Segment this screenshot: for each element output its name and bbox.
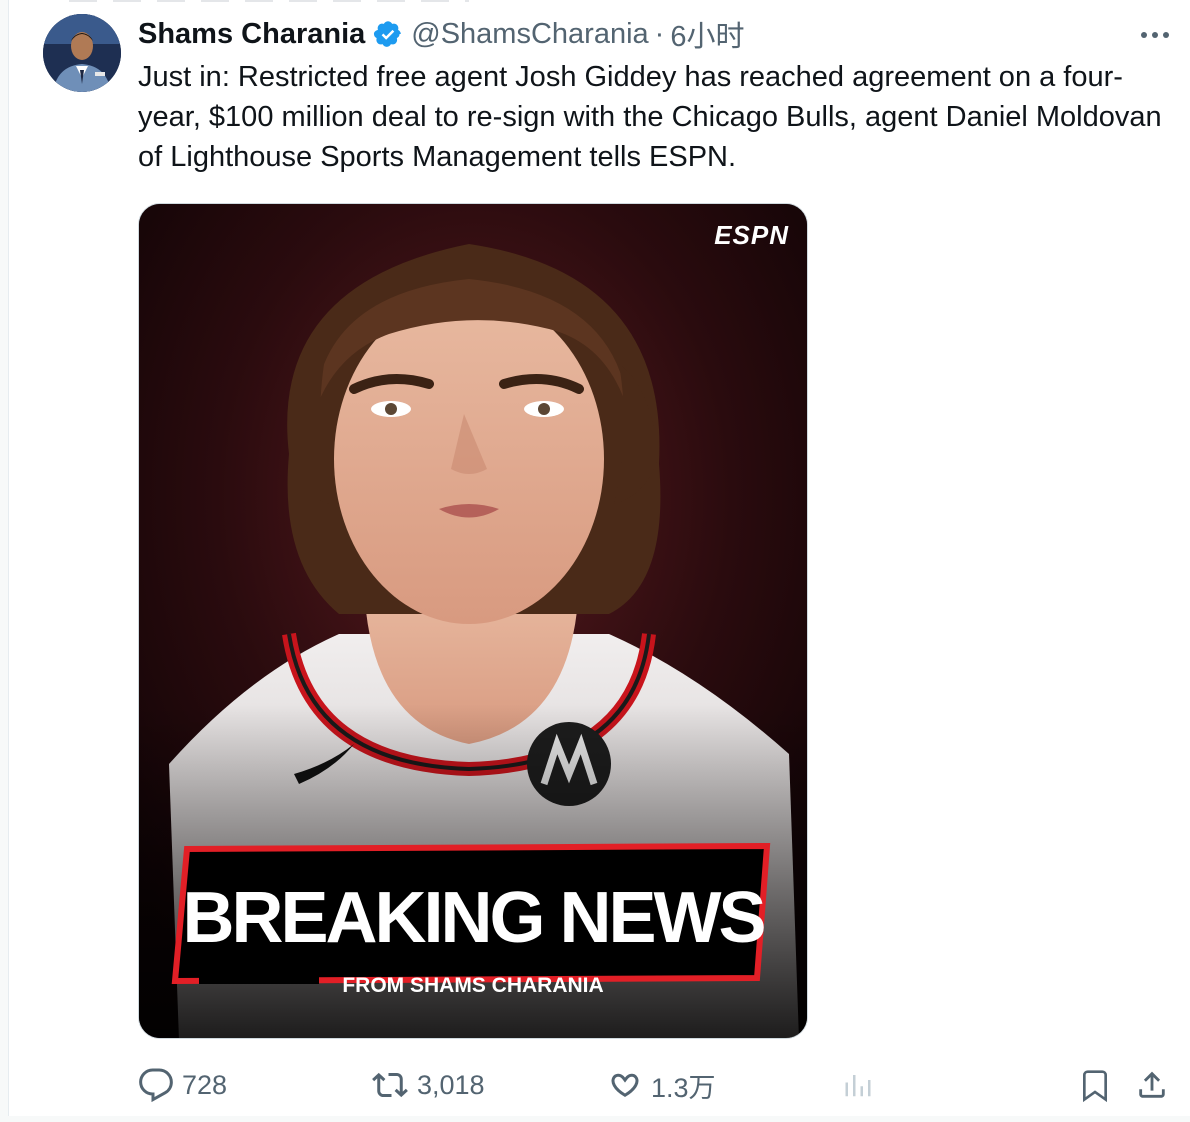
avatar[interactable] [43, 14, 121, 92]
retweet-count: 3,018 [417, 1069, 485, 1100]
verified-badge-icon[interactable] [373, 19, 403, 49]
retweet-icon [372, 1072, 408, 1098]
share-button[interactable] [1135, 1064, 1169, 1106]
bookmark-button[interactable] [1079, 1064, 1111, 1106]
like-count: 1.3万 [651, 1072, 716, 1103]
bookmark-icon [1083, 1070, 1107, 1103]
previous-tweet-fragment [69, 0, 469, 2]
retweet-button[interactable]: 3,018 [371, 1064, 485, 1106]
like-icon [611, 1073, 639, 1098]
reply-button[interactable]: 728 [138, 1064, 227, 1106]
avatar-image [43, 14, 121, 92]
share-icon [1139, 1071, 1165, 1098]
reply-count: 728 [182, 1069, 228, 1100]
author-display-name[interactable]: Shams Charania [138, 18, 365, 51]
tweet-timestamp[interactable]: 6小时 [670, 13, 744, 55]
views-button[interactable] [843, 1064, 873, 1106]
banner-subtitle: FROM SHAMS CHARANIA [342, 974, 603, 997]
tweet-header: Shams Charania @ShamsCharania · 6小时 [138, 14, 744, 54]
more-icon [1141, 32, 1169, 38]
more-options-button[interactable] [1137, 20, 1173, 50]
separator-dot: · [654, 17, 665, 50]
like-button[interactable]: 1.3万 [607, 1064, 716, 1106]
espn-logo: ESPN [714, 220, 789, 250]
author-handle[interactable]: @ShamsCharania [411, 18, 648, 51]
tweet-card[interactable]: Shams Charania @ShamsCharania · 6小时 Just… [8, 0, 1190, 1116]
views-icon [845, 1075, 871, 1097]
banner-title: BREAKING NEWS [182, 878, 764, 958]
breaking-news-graphic: BREAKING NEWS FROM SHAMS CHARANIA ESPN [139, 204, 807, 1038]
tweet-media-image[interactable]: BREAKING NEWS FROM SHAMS CHARANIA ESPN [138, 203, 808, 1039]
tweet-text: Just in: Restricted free agent Josh Gidd… [138, 61, 1162, 173]
reply-icon [139, 1068, 173, 1103]
